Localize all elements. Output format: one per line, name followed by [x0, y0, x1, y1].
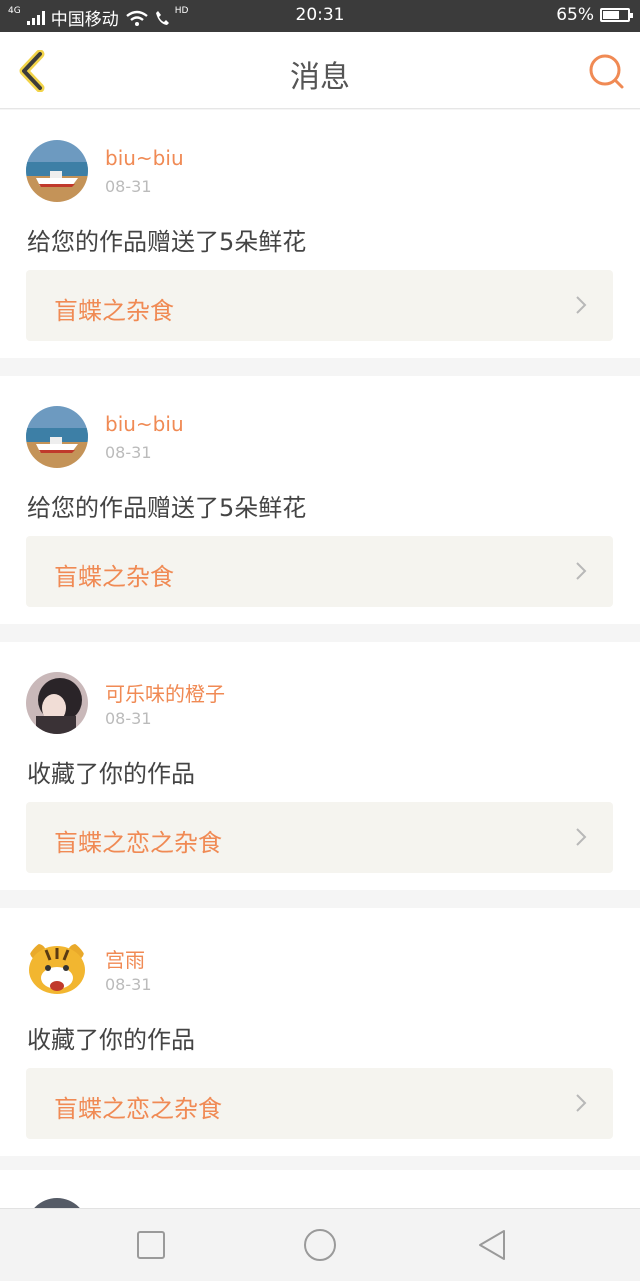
username[interactable]: 可乐味的橙子 — [105, 678, 225, 707]
message-date: 08-31 — [105, 975, 152, 994]
message-text: 给您的作品赠送了5朵鲜花 — [27, 494, 307, 522]
message-card: biu~biu 08-31 给您的作品赠送了5朵鲜花 盲蝶之杂食 — [0, 376, 640, 624]
chevron-right-icon — [576, 828, 587, 846]
square-icon[interactable] — [133, 1227, 169, 1263]
tiger-avatar[interactable] — [26, 938, 88, 1000]
circle-icon[interactable] — [302, 1227, 338, 1263]
work-link[interactable]: 盲蝶之杂食 — [26, 270, 613, 341]
message-card: biu~biu 08-31 给您的作品赠送了5朵鲜花 盲蝶之杂食 — [0, 110, 640, 358]
battery-fill — [603, 11, 619, 19]
clock: 20:31 — [295, 5, 345, 25]
work-title: 盲蝶之恋之杂食 — [54, 1095, 222, 1123]
message-list: biu~biu 08-31 给您的作品赠送了5朵鲜花 盲蝶之杂食 biu~biu… — [0, 110, 640, 1174]
page-title: 消息 — [290, 60, 350, 95]
girl-avatar[interactable] — [26, 672, 88, 734]
app-header: 消息 — [0, 32, 640, 109]
username[interactable]: biu~biu — [105, 146, 184, 170]
message-text: 收藏了你的作品 — [27, 1026, 195, 1054]
message-date: 08-31 — [105, 443, 152, 462]
username[interactable]: biu~biu — [105, 412, 184, 436]
status-right: 65% — [556, 5, 633, 25]
work-link[interactable]: 盲蝶之杂食 — [26, 536, 613, 607]
status-bar: 4G 中国移动 HD 20:31 65% — [0, 0, 640, 32]
work-title: 盲蝶之杂食 — [54, 563, 174, 591]
message-date: 08-31 — [105, 709, 152, 728]
battery-icon — [600, 8, 633, 22]
work-title: 盲蝶之恋之杂食 — [54, 829, 222, 857]
work-link[interactable]: 盲蝶之恋之杂食 — [26, 802, 613, 873]
chevron-right-icon — [576, 562, 587, 580]
boat-avatar[interactable] — [26, 140, 88, 202]
work-title: 盲蝶之杂食 — [54, 297, 174, 325]
message-card: 宫雨 08-31 收藏了你的作品 盲蝶之恋之杂食 — [0, 908, 640, 1156]
chevron-right-icon — [576, 296, 587, 314]
boat-avatar[interactable] — [26, 406, 88, 468]
chevron-right-icon — [576, 1094, 587, 1112]
battery-percent: 65% — [556, 5, 594, 25]
search-icon[interactable] — [586, 52, 626, 92]
system-nav-bar — [0, 1208, 640, 1281]
message-card: 可乐味的橙子 08-31 收藏了你的作品 盲蝶之恋之杂食 — [0, 642, 640, 890]
message-date: 08-31 — [105, 177, 152, 196]
message-text: 收藏了你的作品 — [27, 760, 195, 788]
username[interactable]: 宫雨 — [105, 944, 145, 973]
triangle-back-icon[interactable] — [474, 1227, 510, 1263]
message-text: 给您的作品赠送了5朵鲜花 — [27, 228, 307, 256]
work-link[interactable]: 盲蝶之恋之杂食 — [26, 1068, 613, 1139]
